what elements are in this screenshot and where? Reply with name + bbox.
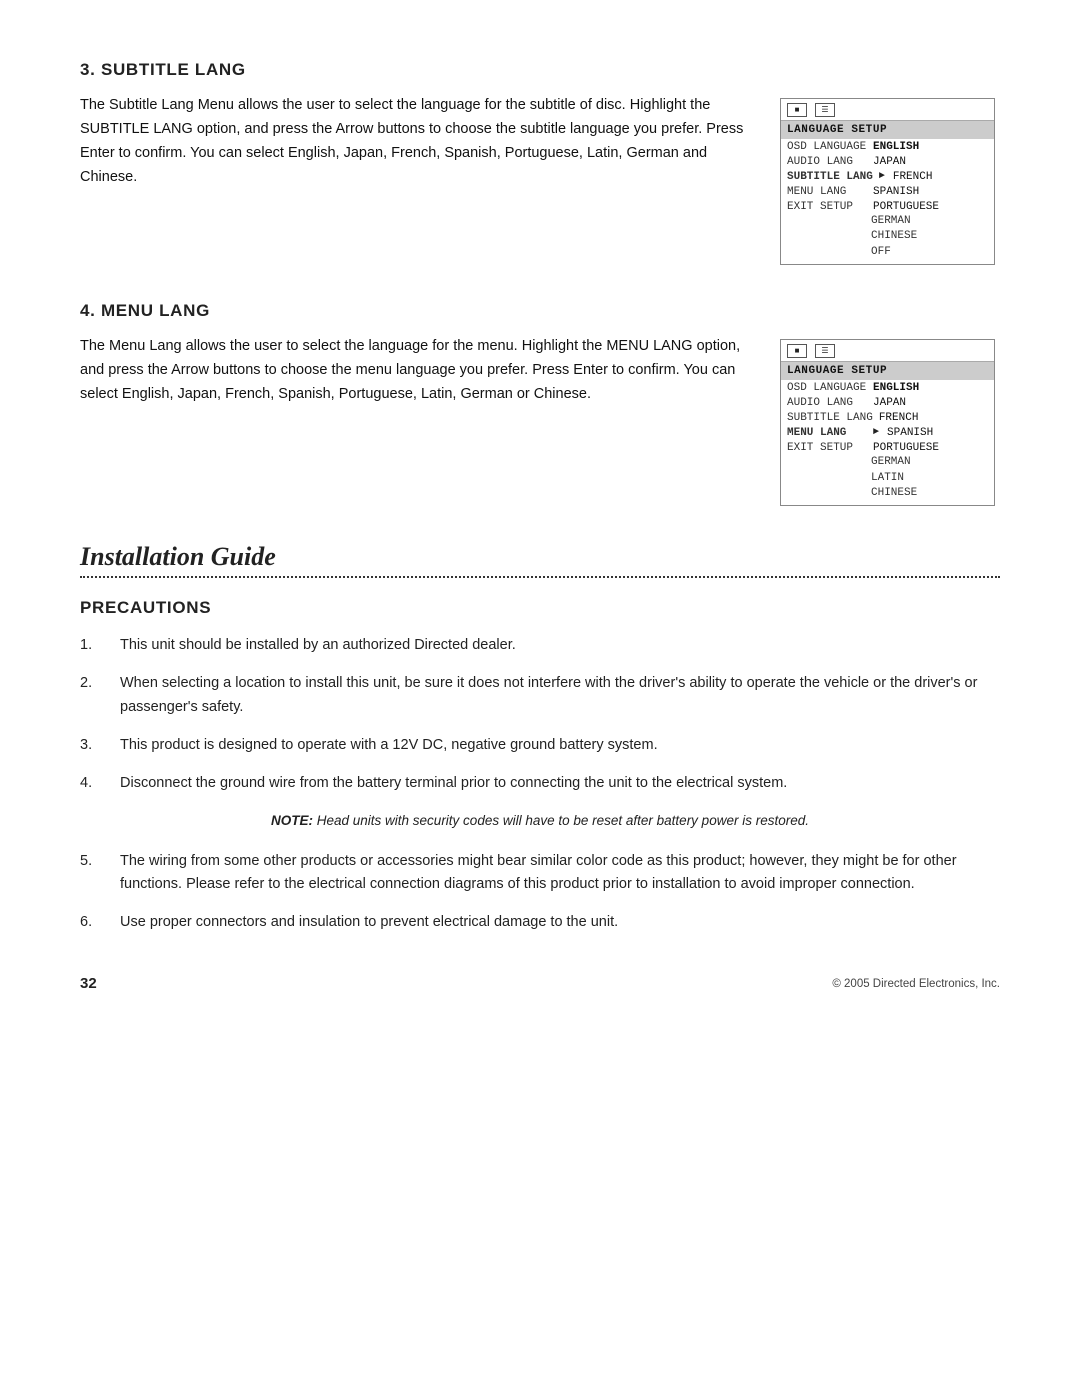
menu-arrow-2-4: ►	[873, 427, 879, 439]
subtitle-lang-heading: 3. Subtitle Lang	[80, 60, 1000, 80]
install-guide-title: Installation Guide	[80, 542, 1000, 572]
menu-lang-image: ■ ☰ LANGUAGE SETUP OSD LANGUAGE ENGLISH …	[780, 335, 1000, 506]
dotted-divider	[80, 576, 1000, 578]
footer-page-number: 32	[80, 975, 97, 992]
menu-icon-lang-2: ☰	[815, 344, 835, 358]
menu-title-1: LANGUAGE SETUP	[781, 121, 994, 139]
precaution-number-3: 3.	[80, 734, 120, 758]
menu-label-2-5: EXIT SETUP	[787, 442, 867, 454]
precaution-number-1: 1.	[80, 634, 120, 658]
menu-row-1-5: EXIT SETUP PORTUGUESE	[781, 199, 994, 214]
menu-value-2-5: PORTUGUESE	[873, 442, 939, 454]
precaution-number-6: 6.	[80, 911, 120, 935]
installation-guide-section: Installation Guide Precautions 1. This u…	[80, 542, 1000, 935]
precaution-text-4: Disconnect the ground wire from the batt…	[120, 772, 787, 796]
menu-lang-section: 4. Menu Lang The Menu Lang allows the us…	[80, 301, 1000, 506]
menu-value-2-2: JAPAN	[873, 397, 906, 409]
precaution-item-6: 6. Use proper connectors and insulation …	[80, 911, 1000, 935]
menu-lang-text: The Menu Lang allows the user to select …	[80, 335, 750, 506]
menu-label-1-3: SUBTITLE LANG	[787, 171, 873, 183]
menu-lang-block: The Menu Lang allows the user to select …	[80, 335, 1000, 506]
subtitle-lang-menu-box: ■ ☰ LANGUAGE SETUP OSD LANGUAGE ENGLISH …	[780, 98, 995, 265]
footer: 32 © 2005 Directed Electronics, Inc.	[80, 975, 1000, 992]
menu-value-1-4: SPANISH	[873, 186, 919, 198]
precaution-text-6: Use proper connectors and insulation to …	[120, 911, 618, 935]
precaution-text-2: When selecting a location to install thi…	[120, 672, 1000, 720]
menu-icon-disc-1: ■	[787, 103, 807, 117]
menu-row-2-1: OSD LANGUAGE ENGLISH	[781, 380, 994, 395]
menu-indent-2-latin: LATIN	[781, 471, 994, 486]
menu-row-1-3: SUBTITLE LANG ► FRENCH	[781, 169, 994, 184]
menu-label-2-3: SUBTITLE LANG	[787, 412, 873, 424]
precaution-item-1: 1. This unit should be installed by an a…	[80, 634, 1000, 658]
precaution-number-2: 2.	[80, 672, 120, 720]
menu-row-2-3: SUBTITLE LANG FRENCH	[781, 410, 994, 425]
menu-value-2-1: ENGLISH	[873, 382, 919, 394]
footer-copyright: © 2005 Directed Electronics, Inc.	[832, 978, 1000, 990]
menu-indent-1-off: OFF	[781, 245, 994, 260]
precautions-heading: Precautions	[80, 598, 1000, 618]
note-label: NOTE:	[271, 813, 313, 828]
menu-indent-2-chinese: CHINESE	[781, 486, 994, 501]
note-text: Head units with security codes will have…	[313, 813, 809, 828]
menu-label-1-1: OSD LANGUAGE	[787, 141, 867, 153]
precaution-item-2: 2. When selecting a location to install …	[80, 672, 1000, 720]
menu-value-2-4: SPANISH	[887, 427, 933, 439]
menu-title-2: LANGUAGE SETUP	[781, 362, 994, 380]
menu-label-1-2: AUDIO LANG	[787, 156, 867, 168]
menu-icon-disc-2: ■	[787, 344, 807, 358]
precaution-text-5: The wiring from some other products or a…	[120, 850, 1000, 898]
menu-value-1-1: ENGLISH	[873, 141, 919, 153]
subtitle-lang-section: 3. Subtitle Lang The Subtitle Lang Menu …	[80, 60, 1000, 265]
menu-row-2-5: EXIT SETUP PORTUGUESE	[781, 440, 994, 455]
menu-arrow-1-3: ►	[879, 171, 885, 183]
menu-row-1-1: OSD LANGUAGE ENGLISH	[781, 139, 994, 154]
subtitle-lang-text: The Subtitle Lang Menu allows the user t…	[80, 94, 750, 265]
menu-lang-heading: 4. Menu Lang	[80, 301, 1000, 321]
precaution-text-1: This unit should be installed by an auth…	[120, 634, 516, 658]
menu-row-2-4: MENU LANG ► SPANISH	[781, 425, 994, 440]
precaution-number-5: 5.	[80, 850, 120, 898]
precaution-text-3: This product is designed to operate with…	[120, 734, 658, 758]
menu-label-2-2: AUDIO LANG	[787, 397, 867, 409]
menu-value-2-3: FRENCH	[879, 412, 919, 424]
menu-box-header-2: ■ ☰	[781, 340, 994, 362]
menu-indent-1-chinese: CHINESE	[781, 229, 994, 244]
menu-indent-2-german: GERMAN	[781, 455, 994, 470]
menu-value-1-5: PORTUGUESE	[873, 201, 939, 213]
menu-label-2-1: OSD LANGUAGE	[787, 382, 867, 394]
menu-icon-lang-1: ☰	[815, 103, 835, 117]
menu-box-header-1: ■ ☰	[781, 99, 994, 121]
menu-value-1-3: FRENCH	[893, 171, 933, 183]
menu-lang-menu-box: ■ ☰ LANGUAGE SETUP OSD LANGUAGE ENGLISH …	[780, 339, 995, 506]
subtitle-lang-image: ■ ☰ LANGUAGE SETUP OSD LANGUAGE ENGLISH …	[780, 94, 1000, 265]
menu-label-1-4: MENU LANG	[787, 186, 867, 198]
menu-row-1-4: MENU LANG SPANISH	[781, 184, 994, 199]
precaution-item-3: 3. This product is designed to operate w…	[80, 734, 1000, 758]
menu-label-1-5: EXIT SETUP	[787, 201, 867, 213]
menu-label-2-4: MENU LANG	[787, 427, 867, 439]
precaution-item-5: 5. The wiring from some other products o…	[80, 850, 1000, 898]
menu-value-1-2: JAPAN	[873, 156, 906, 168]
precaution-item-4: 4. Disconnect the ground wire from the b…	[80, 772, 1000, 796]
menu-row-2-2: AUDIO LANG JAPAN	[781, 395, 994, 410]
note-block: NOTE: Head units with security codes wil…	[80, 810, 1000, 832]
menu-row-1-2: AUDIO LANG JAPAN	[781, 154, 994, 169]
precaution-number-4: 4.	[80, 772, 120, 796]
menu-indent-1-german: GERMAN	[781, 214, 994, 229]
subtitle-lang-block: The Subtitle Lang Menu allows the user t…	[80, 94, 1000, 265]
